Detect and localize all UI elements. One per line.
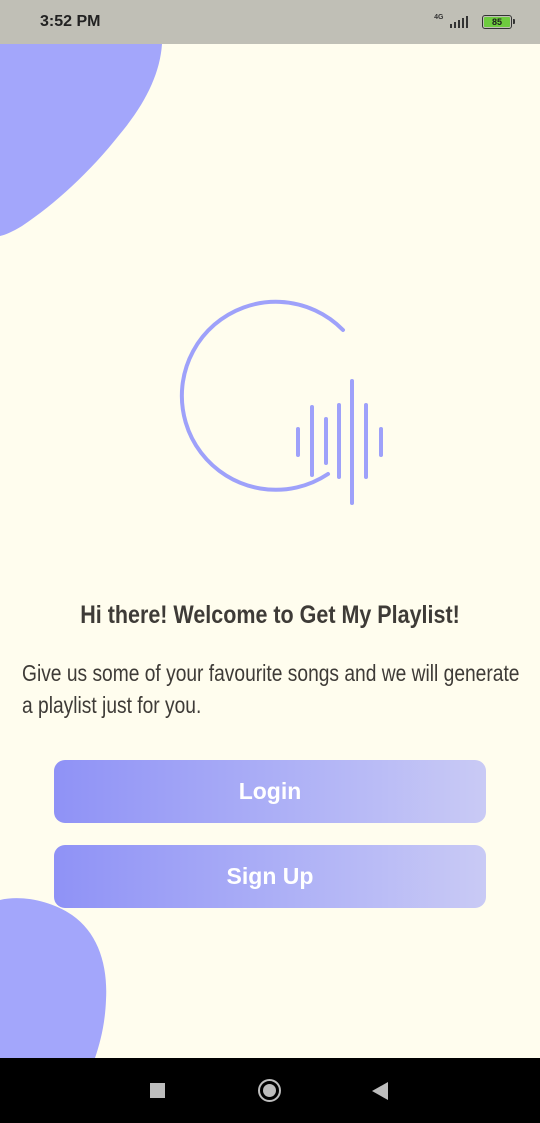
welcome-title: Hi there! Welcome to Get My Playlist! xyxy=(80,601,460,629)
circle-icon[interactable] xyxy=(258,1079,281,1102)
decorative-blob-top xyxy=(0,44,162,236)
status-bar: 3:52 PM 4G 85 xyxy=(0,0,540,44)
home-dot xyxy=(263,1084,276,1097)
status-indicators: 4G 85 xyxy=(434,13,515,29)
network-type-label: 4G xyxy=(434,13,444,21)
battery-fill: 85 xyxy=(484,17,510,27)
battery-icon: 85 xyxy=(482,15,515,29)
login-button[interactable]: Login xyxy=(54,760,486,823)
g-soundwave-logo-icon xyxy=(179,299,383,505)
status-time: 3:52 PM xyxy=(40,13,101,30)
signup-button[interactable]: Sign Up xyxy=(54,845,486,908)
navigation-bar xyxy=(0,1058,540,1123)
signal-icon xyxy=(449,16,468,28)
triangle-back-icon[interactable] xyxy=(372,1082,388,1100)
battery-level: 85 xyxy=(491,16,502,27)
square-icon[interactable] xyxy=(150,1083,165,1098)
decorative-blob-bottom xyxy=(0,898,107,1058)
welcome-description: Give us some of your favourite songs and… xyxy=(22,660,520,718)
welcome-screen: 3:52 PM 4G 85 Hi there! Welcome to Get M… xyxy=(0,0,540,1123)
